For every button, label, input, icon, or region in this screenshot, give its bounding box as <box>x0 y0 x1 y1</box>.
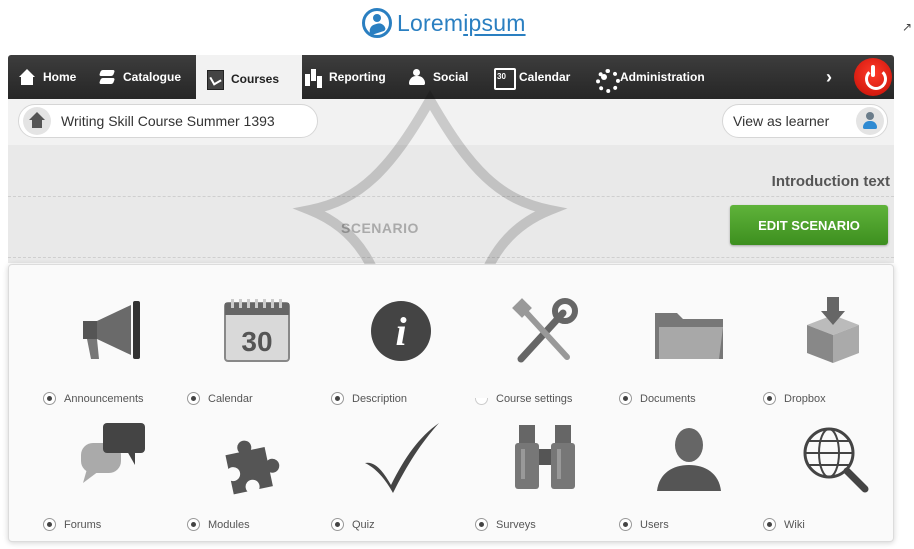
megaphone-icon <box>83 301 140 359</box>
visibility-eye-icon[interactable] <box>763 392 776 405</box>
visibility-eye-icon[interactable] <box>475 518 488 531</box>
home-icon <box>18 68 36 86</box>
logo-text: Loremipsum <box>397 9 526 36</box>
tools-icon <box>512 298 578 363</box>
visibility-eye-icon[interactable] <box>331 392 344 405</box>
nav-label: Social <box>433 70 469 84</box>
calendar-icon: 30 <box>224 299 290 362</box>
cursor-icon: ↗ <box>901 20 912 34</box>
document-icon <box>206 70 224 90</box>
tool-label: Surveys <box>475 518 536 531</box>
puzzle-icon <box>225 440 280 495</box>
tool-label: Calendar <box>187 392 253 405</box>
tool-label: Modules <box>187 518 250 531</box>
tool-label: Dropbox <box>763 392 826 405</box>
introduction-text-heading[interactable]: Introduction text <box>772 173 890 190</box>
people-icon <box>408 68 426 86</box>
logo-icon <box>362 8 392 38</box>
visibility-eye-icon[interactable] <box>43 518 56 531</box>
visibility-eye-icon[interactable] <box>187 392 200 405</box>
logo[interactable]: Loremipsum <box>362 6 526 40</box>
visibility-eye-icon[interactable] <box>763 518 776 531</box>
tool-users[interactable]: Users <box>619 419 759 549</box>
tool-course-settings[interactable]: Course settings <box>475 293 615 423</box>
tool-label: Announcements <box>43 392 144 405</box>
nav-label: Administration <box>620 70 705 84</box>
visibility-eye-icon[interactable] <box>619 518 632 531</box>
nav-item-courses[interactable]: Courses <box>196 55 302 103</box>
dropbox-icon <box>807 297 859 363</box>
tool-label: Users <box>619 518 669 531</box>
tool-quiz[interactable]: Quiz <box>331 419 471 549</box>
tool-dropbox[interactable]: Dropbox <box>763 293 903 423</box>
info-icon: i <box>371 301 431 361</box>
visibility-eye-closed-icon[interactable] <box>475 398 488 405</box>
tool-calendar[interactable]: 30 Calendar <box>187 293 327 423</box>
tool-label: Forums <box>43 518 101 531</box>
course-tools-panel: Announcements 30 Calendar i Description … <box>8 264 894 542</box>
nav-label: Reporting <box>329 70 386 84</box>
tool-modules[interactable]: Modules <box>187 419 327 549</box>
nav-item-reporting[interactable]: Reporting <box>304 55 386 99</box>
gear-icon <box>595 68 620 93</box>
binoculars-icon <box>515 425 575 489</box>
tool-label: Description <box>331 392 407 405</box>
view-as-learner-label: View as learner <box>733 113 830 129</box>
visibility-eye-icon[interactable] <box>43 392 56 405</box>
tool-label: Course settings <box>475 392 572 405</box>
chat-bubbles-icon <box>81 423 145 483</box>
nav-label: Courses <box>231 72 280 86</box>
visibility-eye-icon[interactable] <box>619 392 632 405</box>
view-as-learner-button[interactable]: View as learner <box>722 104 888 138</box>
nav-item-administration[interactable]: Administration <box>595 55 705 99</box>
header-bar: Loremipsum ↗ <box>0 0 914 46</box>
tool-label: Quiz <box>331 518 375 531</box>
visibility-eye-icon[interactable] <box>331 518 344 531</box>
folder-icon <box>655 313 723 359</box>
intro-section: Introduction text SCENARIO EDIT SCENARIO <box>8 145 894 263</box>
calendar-icon <box>494 68 516 90</box>
home-icon[interactable] <box>23 107 51 135</box>
svg-text:30: 30 <box>241 326 272 357</box>
checkmark-icon <box>365 423 439 493</box>
logout-power-icon[interactable] <box>854 58 892 96</box>
course-title: Writing Skill Course Summer 1393 <box>61 113 275 129</box>
tool-announcements[interactable]: Announcements <box>43 293 183 423</box>
main-navbar: Home Catalogue Courses Reporting Social … <box>8 55 894 103</box>
tool-label: Documents <box>619 392 696 405</box>
nav-label: Calendar <box>519 70 571 84</box>
edit-scenario-button[interactable]: EDIT SCENARIO <box>730 205 888 245</box>
layers-icon <box>98 68 116 86</box>
tool-surveys[interactable]: Surveys <box>475 419 615 549</box>
course-subbar: Writing Skill Course Summer 1393 View as… <box>8 99 894 145</box>
globe-search-icon <box>803 427 869 493</box>
tool-description[interactable]: i Description <box>331 293 471 423</box>
nav-item-social[interactable]: Social <box>408 55 468 99</box>
tool-label: Wiki <box>763 518 805 531</box>
tool-documents[interactable]: Documents <box>619 293 759 423</box>
scenario-label: SCENARIO <box>341 220 419 236</box>
nav-item-catalogue[interactable]: Catalogue <box>98 55 181 99</box>
bar-chart-icon <box>304 68 322 86</box>
nav-label: Home <box>43 70 77 84</box>
nav-label: Catalogue <box>123 70 182 84</box>
tool-forums[interactable]: Forums <box>43 419 183 549</box>
learner-avatar-icon <box>856 107 884 135</box>
svg-text:i: i <box>395 309 406 354</box>
tool-wiki[interactable]: Wiki <box>763 419 903 549</box>
nav-item-home[interactable]: Home <box>18 55 76 99</box>
nav-item-calendar[interactable]: Calendar <box>494 55 570 99</box>
user-icon <box>657 428 721 491</box>
visibility-eye-icon[interactable] <box>187 518 200 531</box>
scenario-box: SCENARIO EDIT SCENARIO <box>8 196 894 258</box>
course-breadcrumb[interactable]: Writing Skill Course Summer 1393 <box>18 104 318 138</box>
nav-next-icon[interactable]: › <box>826 67 832 88</box>
